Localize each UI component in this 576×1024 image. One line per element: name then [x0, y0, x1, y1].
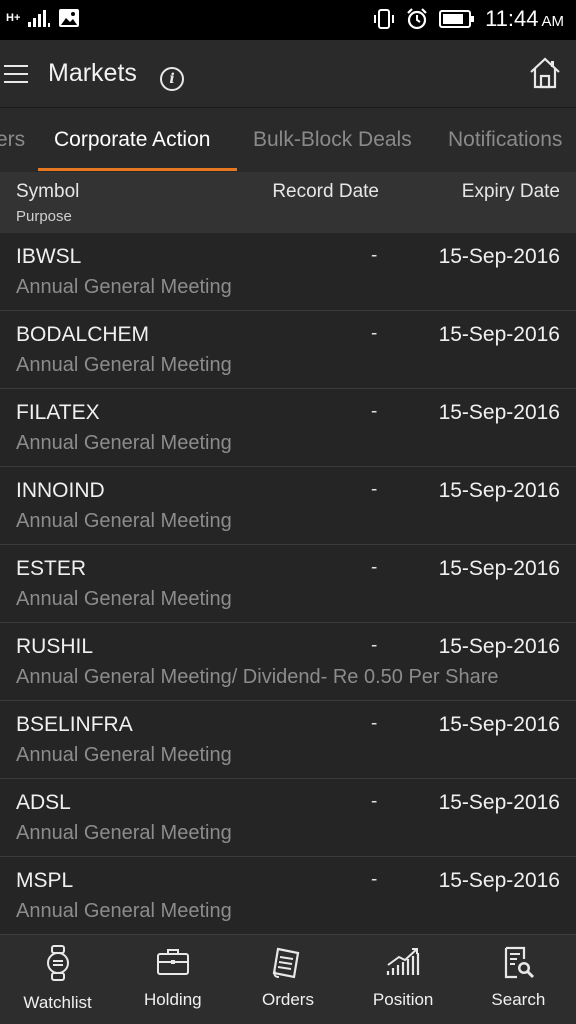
status-left: H+ — [6, 8, 80, 28]
header-record-date: Record Date — [272, 181, 379, 202]
watch-icon — [46, 945, 69, 981]
row-symbol: ESTER — [16, 557, 87, 580]
app-bar: Markets i — [0, 40, 576, 108]
list-item[interactable]: ESTER - 15-Sep-2016 Annual General Meeti… — [0, 545, 576, 623]
briefcase-icon — [156, 949, 189, 975]
row-expiry-date: 15-Sep-2016 — [438, 791, 560, 814]
list-item[interactable]: RUSHIL - 15-Sep-2016 Annual General Meet… — [0, 623, 576, 701]
signal-icon — [28, 10, 51, 27]
row-symbol: ADSL — [16, 791, 71, 814]
header-symbol: Symbol — [16, 181, 80, 202]
row-expiry-date: 15-Sep-2016 — [438, 401, 560, 424]
row-record-date: - — [371, 869, 378, 890]
tab-bar: ers Corporate Action Bulk-Block Deals No… — [0, 108, 576, 172]
row-record-date: - — [371, 323, 378, 344]
tab-corporate-action[interactable]: Corporate Action — [54, 128, 210, 152]
nav-position[interactable]: Position — [346, 935, 461, 1024]
orders-icon — [272, 947, 300, 979]
nav-label: Position — [372, 990, 434, 1009]
list-item[interactable]: BSELINFRA - 15-Sep-2016 Annual General M… — [0, 701, 576, 779]
list-item[interactable]: BODALCHEM - 15-Sep-2016 Annual General M… — [0, 311, 576, 389]
active-tab-indicator — [38, 168, 237, 171]
header-expiry-date: Expiry Date — [461, 181, 560, 202]
row-purpose: Annual General Meeting — [16, 822, 232, 844]
row-record-date: - — [371, 713, 378, 734]
image-icon — [59, 9, 80, 27]
search-doc-icon — [505, 946, 535, 979]
row-symbol: INNOIND — [16, 479, 105, 502]
row-symbol: RUSHIL — [16, 635, 94, 658]
row-symbol: FILATEX — [16, 401, 100, 424]
row-record-date: - — [371, 245, 378, 266]
clock: 11:44 AM — [485, 6, 564, 32]
nav-search[interactable]: Search — [461, 935, 576, 1024]
list-item[interactable]: IBWSL - 15-Sep-2016 Annual General Meeti… — [0, 233, 576, 311]
row-purpose: Annual General Meeting — [16, 276, 232, 298]
list-item[interactable]: ADSL - 15-Sep-2016 Annual General Meetin… — [0, 779, 576, 857]
vibrate-icon — [374, 9, 395, 29]
home-icon[interactable] — [528, 56, 562, 90]
nav-label: Orders — [261, 990, 314, 1009]
menu-icon[interactable] — [4, 65, 28, 83]
list-item[interactable]: FILATEX - 15-Sep-2016 Annual General Mee… — [0, 389, 576, 467]
nav-watchlist[interactable]: Watchlist — [0, 935, 115, 1024]
bottom-nav: Watchlist Holding Orders Position Search — [0, 934, 576, 1024]
nav-label: Search — [491, 990, 546, 1009]
row-expiry-date: 15-Sep-2016 — [438, 869, 560, 892]
status-bar: H+ 11:44 AM — [0, 0, 576, 40]
info-icon[interactable]: i — [160, 67, 184, 91]
row-record-date: - — [371, 401, 378, 422]
row-symbol: MSPL — [16, 869, 74, 892]
network-type: H+ — [6, 12, 21, 24]
row-purpose: Annual General Meeting — [16, 432, 232, 454]
page-title: Markets — [48, 59, 137, 87]
row-record-date: - — [371, 791, 378, 812]
row-expiry-date: 15-Sep-2016 — [438, 479, 560, 502]
row-symbol: BSELINFRA — [16, 713, 133, 736]
row-expiry-date: 15-Sep-2016 — [438, 713, 560, 736]
row-symbol: BODALCHEM — [16, 323, 150, 346]
row-purpose: Annual General Meeting — [16, 588, 232, 610]
tab-notifications[interactable]: Notifications — [448, 128, 562, 152]
row-record-date: - — [371, 557, 378, 578]
row-purpose: Annual General Meeting/ Dividend- Re 0.5… — [16, 666, 499, 688]
row-purpose: Annual General Meeting — [16, 354, 232, 376]
clock-time: 11:44 — [485, 6, 539, 31]
tab-movers[interactable]: ers — [0, 128, 25, 152]
list-item[interactable]: INNOIND - 15-Sep-2016 Annual General Mee… — [0, 467, 576, 545]
clock-ampm: AM — [541, 13, 565, 30]
nav-holding[interactable]: Holding — [115, 935, 230, 1024]
row-expiry-date: 15-Sep-2016 — [438, 557, 560, 580]
row-expiry-date: 15-Sep-2016 — [438, 245, 560, 268]
row-expiry-date: 15-Sep-2016 — [438, 323, 560, 346]
alarm-icon — [407, 8, 427, 30]
tab-bulk-block-deals[interactable]: Bulk-Block Deals — [253, 128, 412, 152]
row-expiry-date: 15-Sep-2016 — [438, 635, 560, 658]
status-right: 11:44 AM — [373, 6, 564, 32]
battery-icon — [439, 10, 475, 28]
nav-label: Watchlist — [23, 993, 92, 1012]
column-header: Symbol Purpose Record Date Expiry Date — [0, 172, 576, 233]
chart-icon — [387, 948, 420, 975]
row-record-date: - — [371, 635, 378, 656]
row-symbol: IBWSL — [16, 245, 82, 268]
corporate-action-list: IBWSL - 15-Sep-2016 Annual General Meeti… — [0, 233, 576, 935]
row-purpose: Annual General Meeting — [16, 900, 232, 922]
row-purpose: Annual General Meeting — [16, 510, 232, 532]
header-purpose: Purpose — [16, 208, 72, 225]
nav-orders[interactable]: Orders — [230, 935, 345, 1024]
nav-label: Holding — [143, 990, 202, 1009]
row-record-date: - — [371, 479, 378, 500]
row-purpose: Annual General Meeting — [16, 744, 232, 766]
list-item[interactable]: MSPL - 15-Sep-2016 Annual General Meetin… — [0, 857, 576, 935]
